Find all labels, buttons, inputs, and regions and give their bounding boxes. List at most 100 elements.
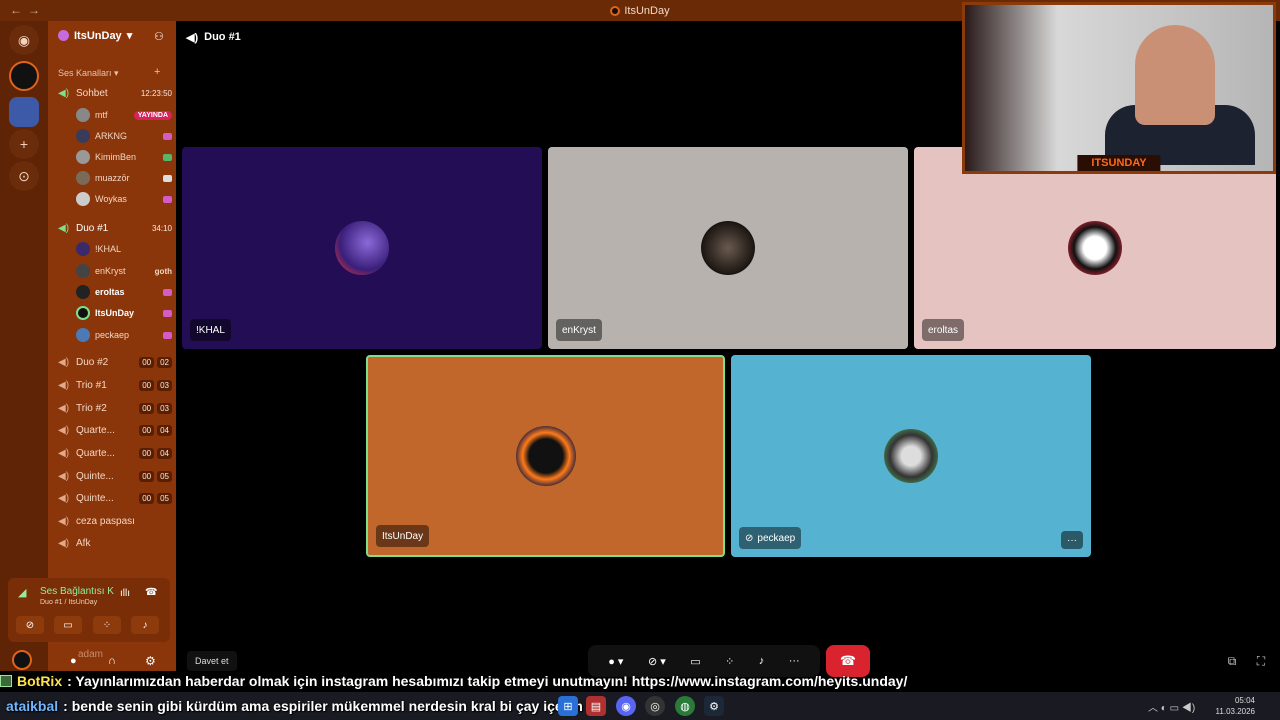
server-badge-icon bbox=[58, 30, 69, 41]
screen-share-button[interactable]: ▭ bbox=[54, 616, 82, 634]
channel-trio-2[interactable]: ◀) Trio #2 00 03 bbox=[58, 398, 172, 418]
channel-duo-1[interactable]: ◀) Duo #1 34:10 bbox=[58, 218, 172, 238]
voice-user[interactable]: enKryst goth bbox=[76, 261, 172, 281]
activity-icon bbox=[163, 195, 172, 203]
voice-user[interactable]: ItsUnDay bbox=[76, 303, 172, 323]
voice-status[interactable]: Ses Bağlantısı K bbox=[40, 586, 114, 597]
participant-tile[interactable]: !KHAL bbox=[182, 147, 542, 349]
channel-duo-2[interactable]: ◀) Duo #2 00 02 bbox=[58, 352, 172, 372]
avatar bbox=[884, 429, 938, 483]
user-panel: adam ● ∩ ⚙ bbox=[8, 648, 170, 670]
app-icon[interactable]: ▤ bbox=[586, 696, 606, 716]
window-title-wrap: ItsUnDay bbox=[610, 5, 670, 17]
popout-icon[interactable]: ⧉ bbox=[1224, 653, 1240, 669]
discord-home-icon[interactable]: ◉ bbox=[9, 25, 39, 55]
bot-badge-icon bbox=[0, 674, 12, 687]
avatar bbox=[76, 150, 90, 164]
chat-text: : bende senin gibi kürdüm ama espiriler … bbox=[63, 697, 583, 714]
voice-user[interactable]: ARKNG bbox=[76, 126, 172, 146]
activities-button[interactable]: ⁘ bbox=[93, 616, 121, 634]
mic-icon[interactable]: ● bbox=[70, 655, 77, 667]
speaker-icon: ◀) bbox=[58, 447, 70, 459]
voice-user[interactable]: mtf YAYINDA bbox=[76, 105, 172, 125]
add-friend-icon[interactable]: ⚇ bbox=[154, 30, 164, 43]
user-name: adam bbox=[78, 649, 104, 660]
steam-icon[interactable]: ⚙ bbox=[704, 696, 724, 716]
participant-label: !KHAL bbox=[190, 319, 231, 341]
screen-share-icon[interactable]: ▭ bbox=[690, 655, 700, 668]
invite-button[interactable]: Davet et bbox=[187, 651, 237, 671]
camera-toggle-icon[interactable]: ⊘ ▾ bbox=[648, 655, 666, 668]
participant-label: ItsUnDay bbox=[376, 525, 430, 547]
channel-quartet-1[interactable]: ◀) Quarte... 00 04 bbox=[58, 420, 172, 440]
chat-user: ataikbal bbox=[6, 697, 59, 714]
server-rail: ◉ + ⊙ bbox=[0, 21, 48, 671]
channel-ceza[interactable]: ◀) ceza paspası bbox=[58, 511, 172, 531]
participant-label: ⊘ peckaep bbox=[739, 527, 802, 549]
disconnect-icon[interactable]: ☎ bbox=[145, 587, 157, 598]
soundboard-button[interactable]: ♪ bbox=[131, 616, 159, 634]
more-options-button[interactable]: ··· bbox=[1061, 531, 1083, 549]
voice-connection-panel: ◢ Ses Bağlantısı K Duo #1 / ItsUnDay ıll… bbox=[8, 578, 170, 642]
voice-user[interactable]: Woykas bbox=[76, 189, 172, 209]
speaker-icon: ◀) bbox=[58, 537, 70, 549]
channel-afk[interactable]: ◀) Afk bbox=[58, 533, 172, 553]
more-icon[interactable]: ··· bbox=[789, 655, 800, 667]
section-voice-channels[interactable]: Ses Kanalları ▾ bbox=[58, 68, 119, 79]
discord-icon[interactable]: ◉ bbox=[616, 696, 636, 716]
settings-gear-icon[interactable]: ⚙ bbox=[145, 654, 156, 668]
channel-quintet-1[interactable]: ◀) Quinte... 00 05 bbox=[58, 466, 172, 486]
soundboard-icon[interactable]: ♪ bbox=[759, 655, 765, 667]
channel-quartet-2[interactable]: ◀) Quarte... 00 04 bbox=[58, 443, 172, 463]
tray-icons[interactable]: ︿ ◐ ▭ ◀) bbox=[1148, 699, 1195, 714]
avatar bbox=[701, 221, 755, 275]
activity-icon bbox=[163, 174, 172, 182]
discover-icon[interactable]: ⊙ bbox=[9, 161, 39, 191]
voice-user[interactable]: eroltas bbox=[76, 282, 172, 302]
chrome-icon[interactable]: ◍ bbox=[675, 696, 695, 716]
add-server-icon[interactable]: + bbox=[9, 129, 39, 159]
channel-quintet-2[interactable]: ◀) Quinte... 00 05 bbox=[58, 488, 172, 508]
server-folder-icon[interactable] bbox=[9, 97, 39, 127]
avatar bbox=[76, 129, 90, 143]
channel-sohbet[interactable]: ◀) Sohbet 12:23:50 bbox=[58, 83, 172, 103]
activity-icon bbox=[163, 331, 172, 339]
start-icon[interactable]: ⊞ bbox=[558, 696, 578, 716]
participant-tile[interactable]: ⊘ peckaep ··· bbox=[731, 355, 1091, 557]
avatar bbox=[1068, 221, 1122, 275]
avatar[interactable] bbox=[12, 650, 32, 670]
server-icon bbox=[610, 5, 621, 16]
server-itsunday-icon[interactable] bbox=[9, 61, 39, 91]
fullscreen-icon[interactable]: ⛶ bbox=[1253, 653, 1269, 669]
camera-off-button[interactable]: ⊘ bbox=[16, 616, 44, 634]
channel-timer: 12:23:50 bbox=[140, 88, 172, 98]
channel-trio-1[interactable]: ◀) Trio #1 00 03 bbox=[58, 375, 172, 395]
chat-message: ataikbal : bende senin gibi kürdüm ama e… bbox=[0, 696, 583, 715]
headphones-icon[interactable]: ∩ bbox=[108, 655, 116, 667]
avatar bbox=[515, 426, 576, 486]
obs-icon[interactable]: ◎ bbox=[645, 696, 665, 716]
voice-user[interactable]: !KHAL bbox=[76, 239, 172, 259]
participant-tile[interactable]: enKryst bbox=[548, 147, 908, 349]
activity-icon bbox=[163, 309, 172, 317]
participant-tile[interactable]: ItsUnDay bbox=[366, 355, 725, 557]
speaker-icon: ◀) bbox=[186, 32, 199, 44]
chevron-down-icon: ▾ bbox=[126, 30, 133, 42]
clock[interactable]: 05:04 11.03.2026 bbox=[1216, 695, 1255, 717]
mic-toggle-icon[interactable]: ● ▾ bbox=[608, 655, 623, 668]
avatar bbox=[76, 328, 90, 342]
voice-user[interactable]: KimimBen bbox=[76, 147, 172, 167]
participant-tile[interactable]: eroltas bbox=[914, 147, 1276, 349]
noise-icon[interactable]: ıllı bbox=[120, 588, 130, 599]
speaker-icon: ◀) bbox=[58, 424, 70, 436]
avatar bbox=[76, 242, 90, 256]
nav-arrows[interactable]: ←→ bbox=[10, 3, 46, 17]
activities-icon[interactable]: ⁘ bbox=[725, 655, 734, 668]
channel-header: ◀) Duo #1 bbox=[186, 31, 241, 44]
server-name[interactable]: ItsUnDay ▾ bbox=[58, 29, 132, 42]
signal-icon: ◢ bbox=[18, 587, 27, 599]
chat-text: : Yayınlarımızdan haberdar olmak için in… bbox=[67, 672, 908, 689]
add-channel-icon[interactable]: + bbox=[154, 66, 160, 78]
voice-user[interactable]: peckaep bbox=[76, 325, 172, 345]
voice-user[interactable]: muazzōr bbox=[76, 168, 172, 188]
